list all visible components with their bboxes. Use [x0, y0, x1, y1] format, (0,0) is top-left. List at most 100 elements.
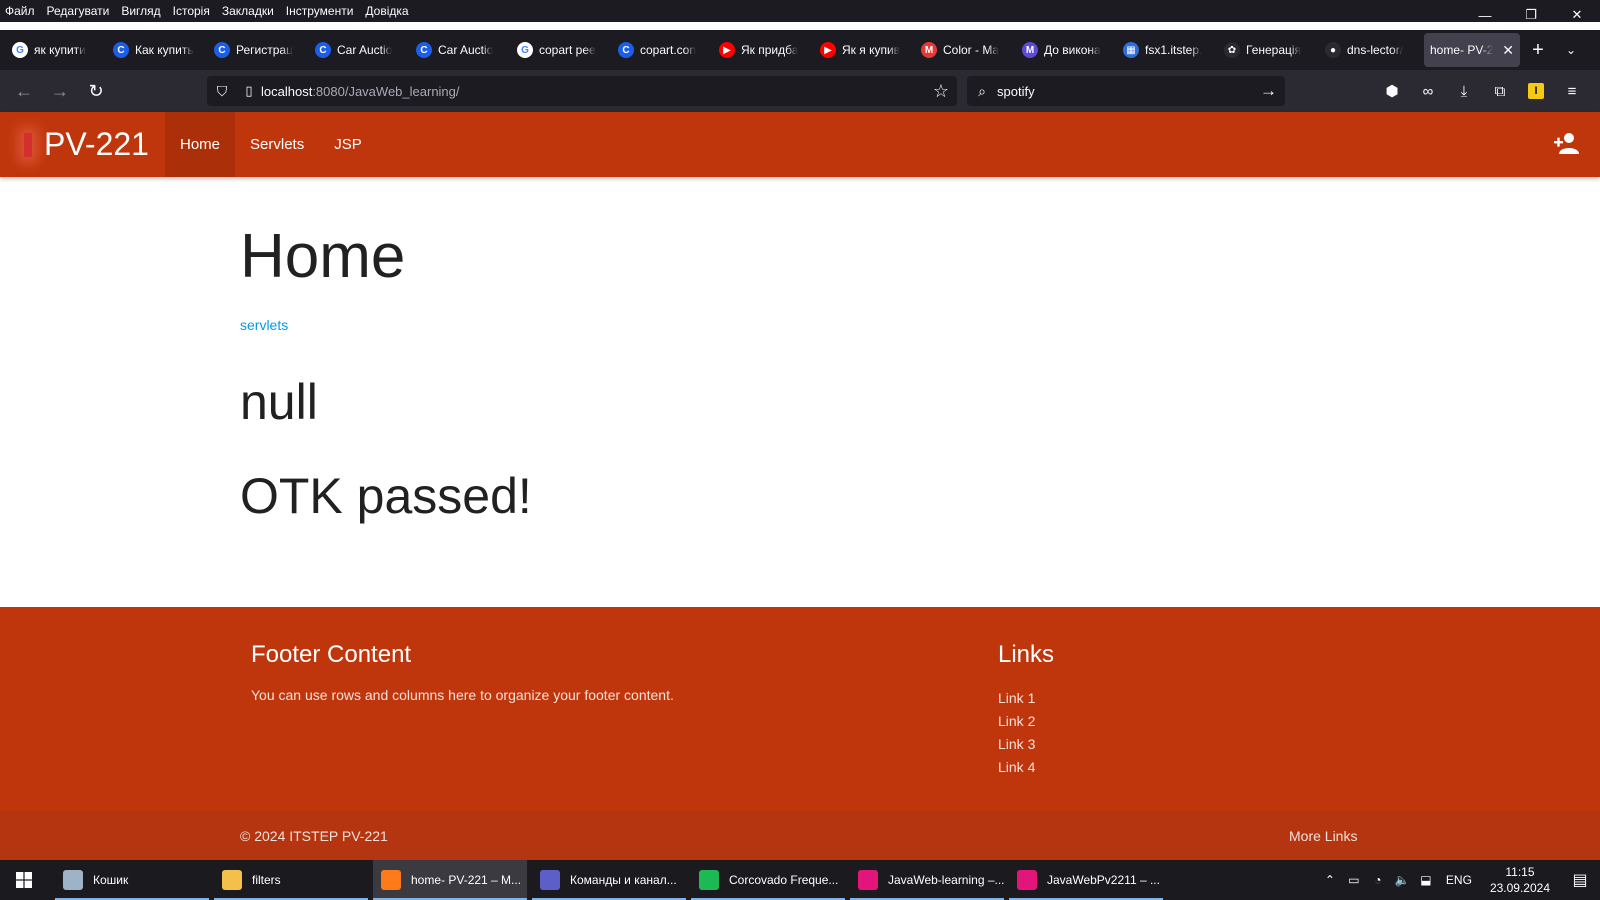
- footer-link-1[interactable]: Link 1: [998, 687, 1054, 710]
- extension-badge-icon[interactable]: I: [1518, 75, 1554, 107]
- footer-link-4[interactable]: Link 4: [998, 756, 1054, 779]
- bookmark-star-icon[interactable]: ☆: [933, 81, 949, 102]
- browser-tab[interactable]: ▶ Як придба: [713, 33, 814, 67]
- footer-text: You can use rows and columns here to org…: [251, 687, 674, 703]
- browser-tab[interactable]: C Car Auctio: [410, 33, 511, 67]
- taskbar-app[interactable]: Кошик: [55, 860, 209, 900]
- downloads-icon[interactable]: ⤓: [1446, 75, 1482, 107]
- browser-tab[interactable]: Ccopart.con: [612, 33, 713, 67]
- taskbar-app[interactable]: Команды и канал...: [532, 860, 686, 900]
- menu-help[interactable]: Довідка: [359, 0, 414, 22]
- nav-jsp[interactable]: JSP: [319, 112, 377, 177]
- wifi-icon[interactable]: ◔: [1366, 873, 1390, 887]
- google-icon: G: [517, 42, 533, 58]
- taskbar-app[interactable]: home- PV-221 – M...: [373, 860, 527, 900]
- footer-links: Links Link 1 Link 2 Link 3 Link 4: [998, 641, 1054, 779]
- close-tab-icon[interactable]: ✕: [1502, 42, 1514, 59]
- extension-icon[interactable]: ⬢: [1374, 75, 1410, 107]
- search-input[interactable]: spotify: [997, 84, 1035, 99]
- private-mask-icon[interactable]: ∞: [1410, 75, 1446, 107]
- battery-icon[interactable]: ▭: [1342, 873, 1366, 887]
- windows-taskbar: Кошик filters home- PV-221 – M... Команды и…: [0, 860, 1600, 900]
- firefox-icon: [381, 870, 401, 890]
- menu-view[interactable]: Вигляд: [115, 0, 166, 22]
- show-hidden-icons-icon[interactable]: ⌃: [1318, 873, 1342, 887]
- footer-copyright-bar: © 2024 ITSTEP PV-221 More Links: [0, 811, 1600, 860]
- browser-tab[interactable]: ▶ Як я купив: [814, 33, 915, 67]
- otk-heading: OTK passed!: [240, 468, 532, 524]
- copart-icon: C: [214, 42, 230, 58]
- browser-tab[interactable]: Gяк купити: [6, 33, 107, 67]
- footer-link-3[interactable]: Link 3: [998, 733, 1054, 756]
- tab-label: Как купить: [135, 43, 194, 57]
- tab-label: Як придба: [741, 43, 799, 57]
- restore-button[interactable]: ❐: [1508, 0, 1554, 30]
- teams-icon: [540, 870, 560, 890]
- volume-icon[interactable]: 🔈: [1390, 873, 1414, 887]
- browser-tab[interactable]: ✿ Генерація: [1218, 33, 1319, 67]
- footer-link-2[interactable]: Link 2: [998, 710, 1054, 733]
- brand-logo-link[interactable]: PV-221: [18, 112, 149, 177]
- taskbar-app[interactable]: filters: [214, 860, 368, 900]
- close-window-button[interactable]: ✕: [1554, 0, 1600, 30]
- clock-time: 11:15: [1505, 865, 1535, 879]
- notifications-icon[interactable]: ▤: [1560, 870, 1600, 890]
- taskbar-app-label: Corcovado Freque...: [729, 873, 839, 887]
- url-bar[interactable]: ⛉ ▯ localhost:8080/JavaWeb_learning/ ☆: [207, 76, 957, 106]
- taskbar-app-label: home- PV-221 – M...: [411, 873, 522, 887]
- tab-label: Color - Ma: [943, 43, 1000, 57]
- browser-tab[interactable]: C Регистрац: [208, 33, 309, 67]
- window-controls: — ❐ ✕: [1462, 0, 1600, 30]
- taskbar-app[interactable]: JavaWeb-learning –...: [850, 860, 1004, 900]
- taskbar-app[interactable]: Corcovado Freque...: [691, 860, 845, 900]
- menu-file[interactable]: Файл: [0, 0, 41, 22]
- extensions-puzzle-icon[interactable]: ⧉: [1482, 75, 1518, 107]
- minimize-button[interactable]: —: [1462, 0, 1508, 30]
- browser-tab[interactable]: ▦ fsx1.itstep.: [1117, 33, 1218, 67]
- github-icon: ●: [1325, 42, 1341, 58]
- search-bar[interactable]: ⌕ spotify →: [967, 76, 1285, 106]
- browser-tab[interactable]: C Car Auctio: [309, 33, 410, 67]
- browser-tab[interactable]: M Color - Ma: [915, 33, 1016, 67]
- new-tab-button[interactable]: +: [1520, 33, 1556, 67]
- forward-button[interactable]: →: [42, 75, 78, 107]
- more-links-link[interactable]: More Links: [1289, 828, 1357, 844]
- start-button[interactable]: [0, 860, 48, 900]
- person-add-icon[interactable]: [1554, 132, 1580, 154]
- taskbar-app-label: JavaWebPv2211 – ...: [1047, 873, 1160, 887]
- menu-tools[interactable]: Інструменти: [280, 0, 360, 22]
- tab-label: fsx1.itstep.: [1145, 43, 1203, 57]
- browser-tab[interactable]: C Как купить: [107, 33, 208, 67]
- hamburger-menu-icon[interactable]: ≡: [1554, 75, 1590, 107]
- menu-edit[interactable]: Редагувати: [41, 0, 116, 22]
- shield-icon[interactable]: ⛉: [207, 83, 237, 100]
- taskbar-app[interactable]: JavaWebPv2211 – ...: [1009, 860, 1163, 900]
- back-button[interactable]: ←: [6, 75, 42, 107]
- clock[interactable]: 11:15 23.09.2024: [1480, 864, 1560, 896]
- nav-home[interactable]: Home: [165, 112, 236, 177]
- menu-history[interactable]: Історія: [167, 0, 216, 22]
- browser-tab[interactable]: M До викона: [1016, 33, 1117, 67]
- browser-tab[interactable]: ● dns-lector/: [1319, 33, 1420, 67]
- youtube-icon: ▶: [719, 42, 735, 58]
- list-all-tabs-button[interactable]: ⌄: [1556, 33, 1586, 67]
- copart-icon: C: [416, 42, 432, 58]
- input-language[interactable]: ENG: [1438, 873, 1480, 887]
- menu-bookmarks[interactable]: Закладки: [216, 0, 280, 22]
- taskbar-app-label: JavaWeb-learning –...: [888, 873, 1004, 887]
- reload-button[interactable]: ↻: [78, 75, 114, 107]
- browser-tab[interactable]: Gcopart рее: [511, 33, 612, 67]
- tab-label: copart.con: [640, 43, 697, 57]
- site-navbar: PV-221 Home Servlets JSP: [0, 112, 1600, 177]
- openai-icon: ✿: [1224, 42, 1240, 58]
- tab-label: Car Auctio: [438, 43, 494, 57]
- intellij-icon: [1017, 870, 1037, 890]
- taskbar-app-label: Кошик: [93, 873, 129, 887]
- toolbar-right: ⬢ ∞ ⤓ ⧉ I ≡: [1374, 75, 1590, 107]
- update-icon[interactable]: ⬓: [1414, 873, 1438, 887]
- tab-label: Car Auctio: [337, 43, 393, 57]
- servlets-link[interactable]: servlets: [240, 317, 288, 333]
- search-go-icon[interactable]: →: [1260, 81, 1277, 101]
- tab-active[interactable]: home- PV-2 ✕: [1424, 33, 1520, 67]
- nav-servlets[interactable]: Servlets: [235, 112, 319, 177]
